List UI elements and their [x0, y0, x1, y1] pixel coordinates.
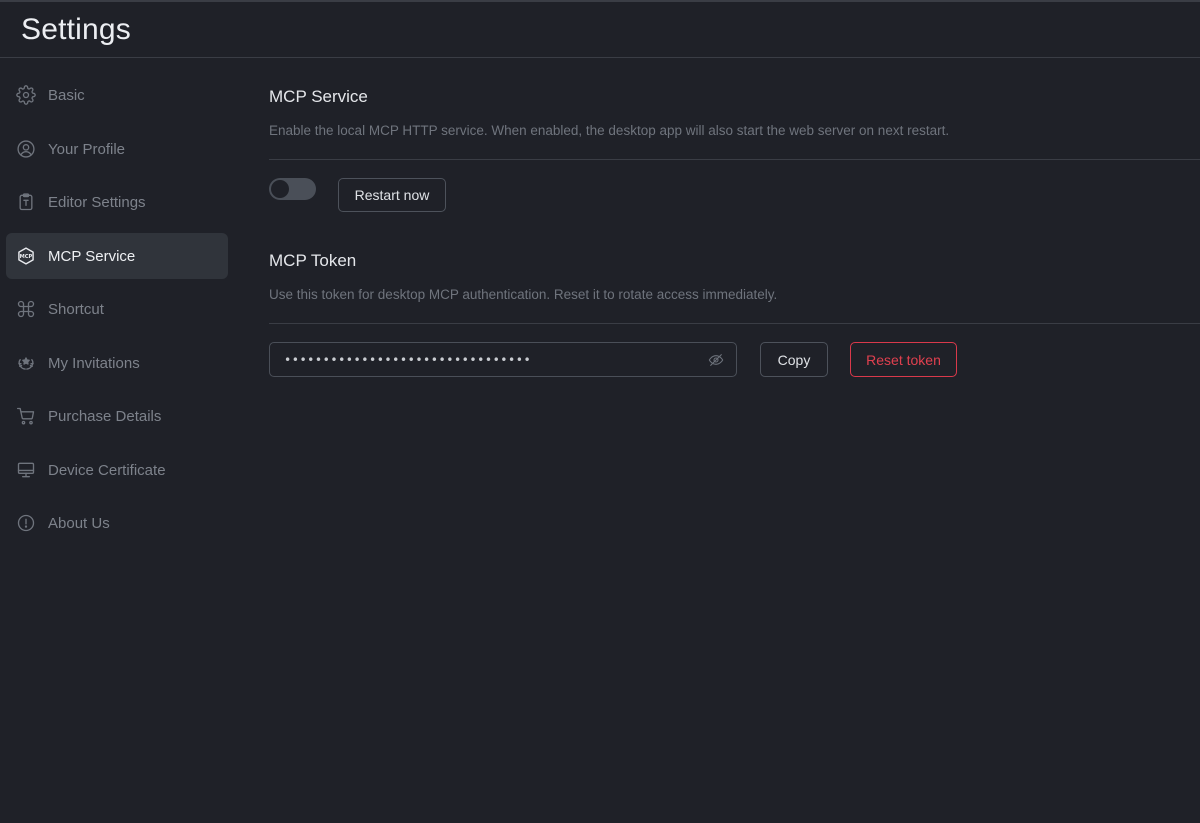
token-input[interactable]	[282, 351, 708, 368]
mcp-service-title: MCP Service	[269, 87, 368, 106]
cart-icon	[16, 406, 36, 426]
mcp-token-description: Use this token for desktop MCP authentic…	[269, 287, 778, 302]
sidebar-item-label: Device Certificate	[48, 461, 166, 479]
restart-now-button[interactable]: Restart now	[338, 178, 446, 212]
clipboard-text-icon	[16, 192, 36, 212]
sidebar-item-device-certificate[interactable]: Device Certificate	[6, 447, 228, 493]
mcp-token-title: MCP Token	[269, 251, 357, 270]
sidebar-item-editor-settings[interactable]: Editor Settings	[6, 179, 228, 225]
laurel-icon	[16, 353, 36, 373]
sidebar-item-purchase-details[interactable]: Purchase Details	[6, 393, 228, 439]
settings-window: Settings Basic Your Profile Editor Setti…	[0, 0, 1200, 823]
toggle-knob	[271, 180, 289, 198]
sidebar-item-mcp-service[interactable]: MCP MCP Service	[6, 233, 228, 279]
sidebar-item-shortcut[interactable]: Shortcut	[6, 286, 228, 332]
sidebar-item-basic[interactable]: Basic	[6, 72, 228, 118]
mcp-service-toggle[interactable]	[269, 178, 316, 200]
sidebar-item-my-invitations[interactable]: My Invitations	[6, 340, 228, 386]
divider	[269, 323, 1200, 324]
sidebar: Basic Your Profile Editor Settings MCP M…	[0, 60, 235, 823]
sidebar-item-label: Purchase Details	[48, 407, 162, 425]
divider	[269, 159, 1200, 160]
user-circle-icon	[16, 139, 36, 159]
eye-off-icon[interactable]	[708, 352, 724, 368]
mcp-token-field[interactable]	[269, 342, 737, 377]
sidebar-item-label: About Us	[48, 514, 110, 532]
sidebar-item-about-us[interactable]: About Us	[6, 500, 228, 546]
sidebar-item-label: Shortcut	[48, 300, 104, 318]
sidebar-item-label: Editor Settings	[48, 193, 146, 211]
sidebar-item-your-profile[interactable]: Your Profile	[6, 126, 228, 172]
sidebar-item-label: Basic	[48, 86, 85, 104]
command-icon	[16, 299, 36, 319]
mcp-service-description: Enable the local MCP HTTP service. When …	[269, 123, 950, 138]
copy-button[interactable]: Copy	[760, 342, 828, 377]
sidebar-item-label: MCP Service	[48, 247, 136, 265]
sidebar-item-label: My Invitations	[48, 354, 140, 372]
info-circle-icon	[16, 513, 36, 533]
monitor-icon	[16, 460, 36, 480]
header: Settings	[0, 2, 1200, 58]
svg-text:MCP: MCP	[20, 254, 33, 260]
sidebar-item-label: Your Profile	[48, 140, 125, 158]
mcp-cube-icon: MCP	[16, 246, 36, 266]
reset-token-button[interactable]: Reset token	[850, 342, 957, 377]
page-title: Settings	[21, 12, 131, 46]
gear-icon	[16, 85, 36, 105]
